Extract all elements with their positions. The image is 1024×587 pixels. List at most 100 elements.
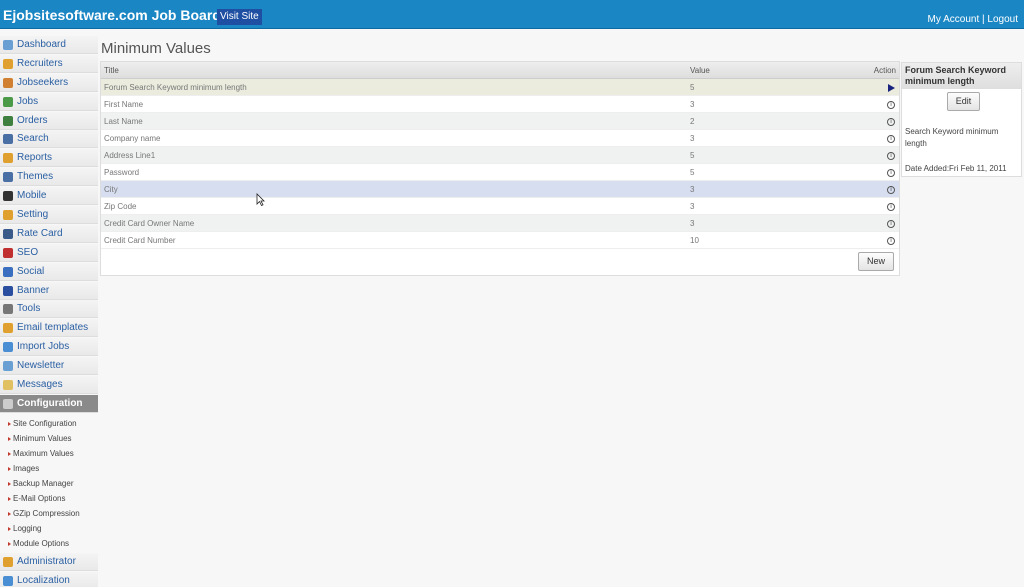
row-info-button[interactable]: i [887,96,896,113]
row-info-button[interactable]: i [887,181,896,198]
row-info-button[interactable]: i [887,130,896,147]
sidebar-item-recruiters[interactable]: Recruiters [0,54,98,73]
sidebar: Dashboard Recruiters Jobseekers Jobs Orders S… [0,36,98,587]
row-value: 5 [690,151,695,160]
sidebar-item-label: Messages [17,379,63,391]
recruiter-icon [3,58,13,69]
row-info-button[interactable]: i [887,215,896,232]
column-action: Action [873,66,896,75]
table-row[interactable]: Company name 3 i [101,130,899,147]
sidebar-item-social[interactable]: Social [0,262,98,281]
sidebar-item-label: Jobs [17,95,39,107]
sidebar-item-newsletter[interactable]: Newsletter [0,357,98,376]
top-header: Ejobsitesoftware.com Job Board Visit Sit… [0,0,1024,29]
info-icon: i [887,236,895,245]
sidebar-item-jobs[interactable]: Jobs [0,92,98,111]
detail-description: Search Keyword minimum length [905,127,999,148]
edit-button[interactable]: Edit [947,92,980,111]
row-title: Company name [104,134,161,143]
configuration-submenu: Site Configuration Minimum Values Maximum … [0,414,98,553]
sidebar-item-import-jobs[interactable]: Import Jobs [0,338,98,357]
sidebar-item-administrator[interactable]: Administrator [0,552,98,571]
bullet-triangle-icon [8,481,11,486]
row-info-button[interactable]: i [887,232,896,249]
table-row[interactable]: Address Line1 5 i [101,147,899,164]
row-info-button[interactable]: i [887,113,896,130]
visit-site-button[interactable]: Visit Site [217,9,262,25]
submenu-item-e-mail-options[interactable]: E-Mail Options [8,491,98,506]
sidebar-item-banner[interactable]: Banner [0,281,98,300]
sidebar-item-jobseekers[interactable]: Jobseekers [0,73,98,92]
submenu-item-label: Images [13,463,40,473]
table-row[interactable]: First Name 3 i [101,96,899,113]
sidebar-item-seo[interactable]: SEO [0,243,98,262]
row-title: Password [104,168,140,177]
sidebar-item-dashboard[interactable]: Dashboard [0,36,98,54]
submenu-item-backup-manager[interactable]: Backup Manager [8,476,98,491]
selected-row-arrow[interactable] [888,79,896,96]
bullet-triangle-icon [8,511,11,516]
sidebar-item-orders[interactable]: Orders [0,111,98,130]
submenu-item-site-configuration[interactable]: Site Configuration [8,416,98,431]
new-button[interactable]: New [858,252,894,271]
column-value: Value [690,66,710,75]
row-title: City [104,185,118,194]
table-row[interactable]: Forum Search Keyword minimum length 5 [101,79,899,96]
row-value: 10 [690,236,699,245]
table-row[interactable]: Credit Card Owner Name 3 i [101,215,899,232]
orders-icon [3,115,13,126]
sidebar-item-label: Jobseekers [17,76,69,88]
sidebar-item-email-templates[interactable]: Email templates [0,319,98,338]
bullet-triangle-icon [8,466,11,471]
submenu-item-images[interactable]: Images [8,461,98,476]
submenu-item-maximum-values[interactable]: Maximum Values [8,446,98,461]
info-icon: i [887,219,895,228]
brand-title[interactable]: Ejobsitesoftware.com Job Board [3,7,221,23]
row-title: Credit Card Number [104,236,176,245]
row-info-button[interactable]: i [887,164,896,181]
submenu-item-gzip-compression[interactable]: GZip Compression [8,506,98,521]
seo-icon [3,247,13,258]
sidebar-item-label: Rate Card [17,227,63,239]
logout-link[interactable]: Logout [987,14,1018,25]
sidebar-item-rate-card[interactable]: Rate Card [0,224,98,243]
row-info-button[interactable]: i [887,147,896,164]
submenu-item-module-options[interactable]: Module Options [8,536,98,551]
sidebar-item-label: Administrator [17,555,76,567]
table-row[interactable]: Last Name 2 i [101,113,899,130]
table-row[interactable]: Credit Card Number 10 i [101,232,899,249]
jobseekers-icon [3,77,13,88]
table-header: Title Value Action [101,62,899,79]
sidebar-item-themes[interactable]: Themes [0,168,98,187]
my-account-link[interactable]: My Account [928,14,980,25]
row-info-button[interactable]: i [887,198,896,215]
submenu-item-label: E-Mail Options [13,493,66,503]
page-title: Minimum Values [101,40,211,57]
sidebar-item-reports[interactable]: Reports [0,149,98,168]
sidebar-item-search[interactable]: Search [0,130,98,149]
sidebar-item-messages[interactable]: Messages [0,376,98,395]
submenu-item-label: Module Options [13,538,70,548]
sidebar-item-configuration[interactable]: Configuration [0,394,98,413]
gear-icon [3,210,13,221]
row-value: 2 [690,117,695,126]
submenu-item-logging[interactable]: Logging [8,521,98,536]
sidebar-item-mobile[interactable]: Mobile [0,187,98,206]
row-value: 3 [690,134,695,143]
reports-icon [3,153,13,164]
sidebar-item-setting[interactable]: Setting [0,206,98,225]
bullet-triangle-icon [8,496,11,501]
sidebar-item-label: Setting [17,209,49,221]
email-icon [3,323,13,334]
row-value: 3 [690,185,695,194]
info-icon: i [887,151,895,160]
table-row[interactable]: Password 5 i [101,164,899,181]
sidebar-item-localization[interactable]: Localization [0,571,98,587]
sidebar-item-tools[interactable]: Tools [0,300,98,319]
table-row[interactable]: City 3 i [101,181,899,198]
mouse-cursor-icon [256,193,265,206]
detail-date-added: Date Added:Fri Feb 11, 2011 [905,164,1007,173]
bullet-triangle-icon [8,451,11,456]
table-row[interactable]: Zip Code 3 i [101,198,899,215]
submenu-item-minimum-values[interactable]: Minimum Values [8,431,98,446]
